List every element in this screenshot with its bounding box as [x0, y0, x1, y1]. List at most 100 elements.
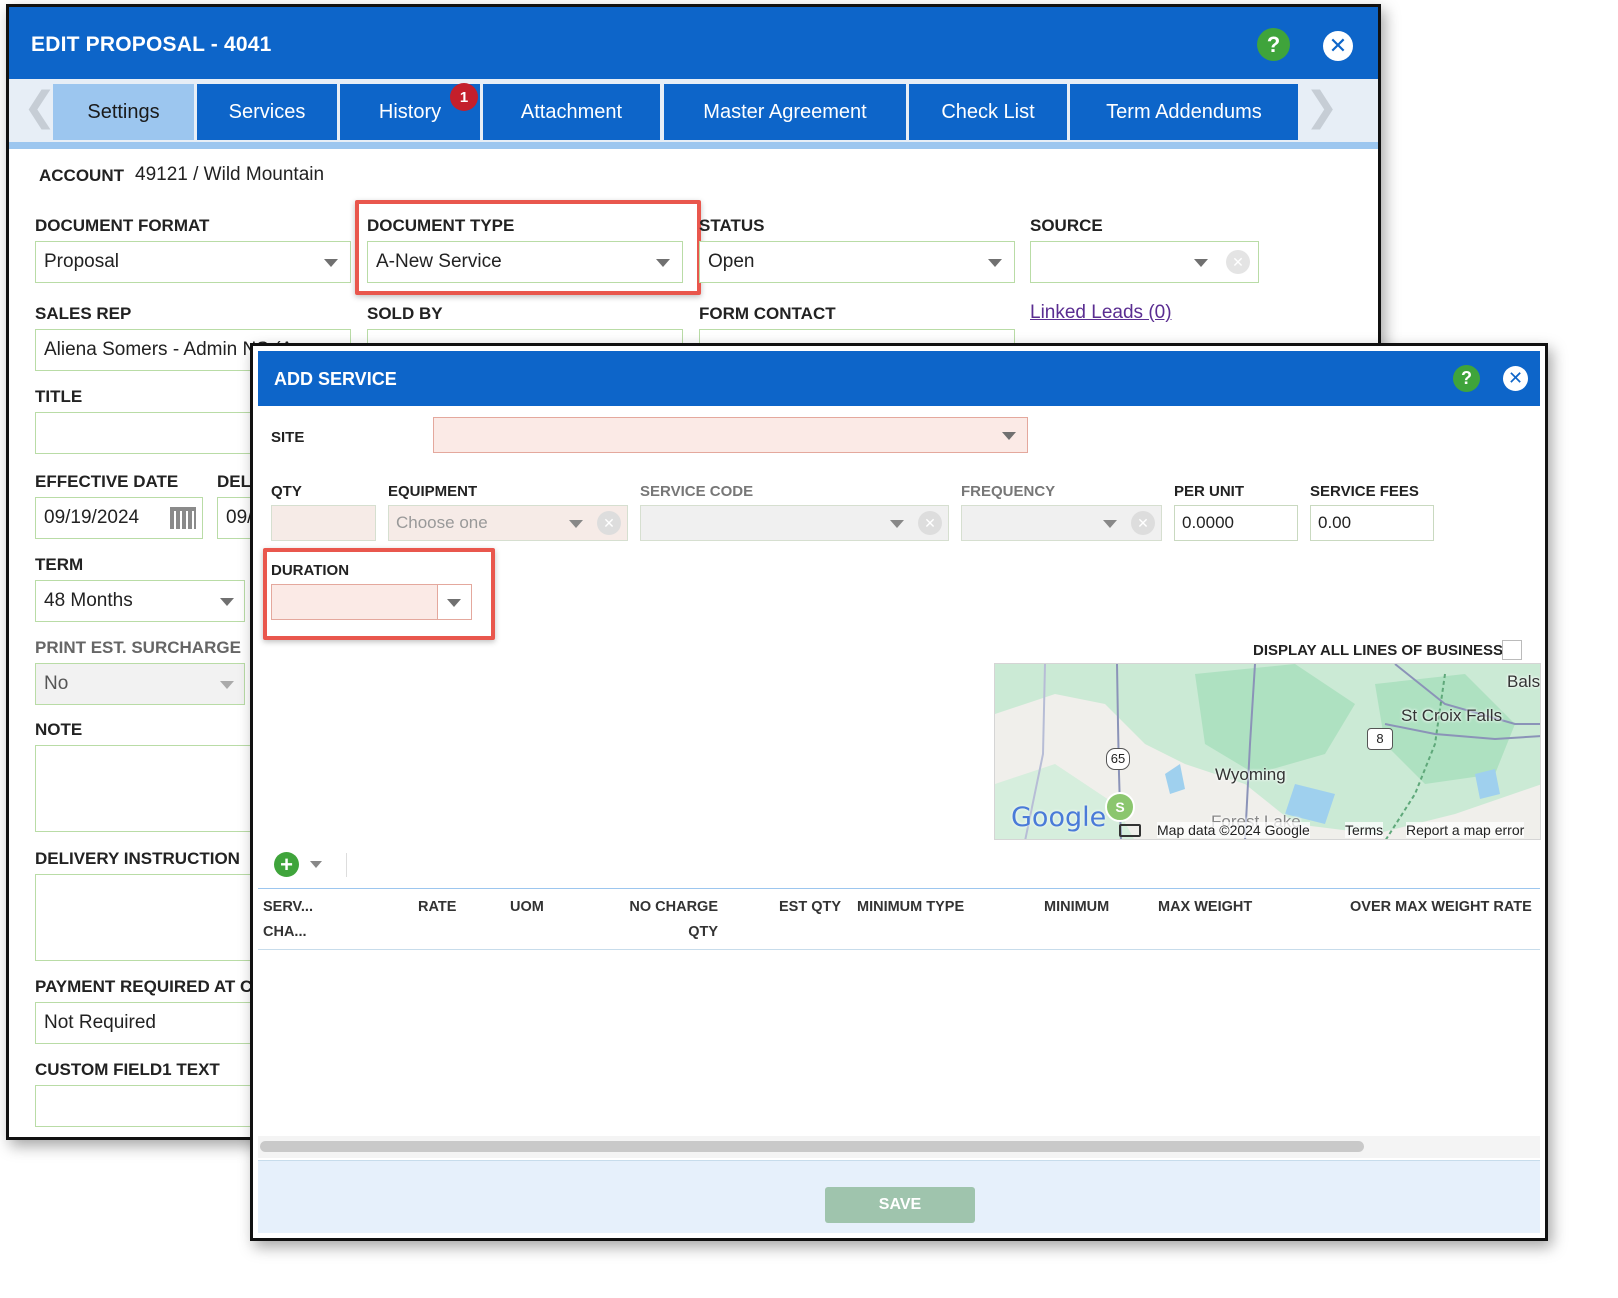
- frequency-select: ✕: [961, 505, 1162, 541]
- tab-bar: ❮ Settings Services History 1 Attachment…: [9, 79, 1378, 149]
- status-value: Open: [708, 251, 755, 272]
- add-service-footer: SAVE: [258, 1160, 1540, 1233]
- tab-services[interactable]: Services: [197, 84, 337, 140]
- chevron-down-icon: [988, 259, 1002, 267]
- document-format-label: DOCUMENT FORMAT: [35, 216, 210, 235]
- term-select[interactable]: 48 Months: [35, 580, 245, 622]
- display-all-lob-label: DISPLAY ALL LINES OF BUSINESS: [1253, 642, 1504, 659]
- map-label: St Croix Falls: [1401, 706, 1503, 725]
- chevron-down-icon: [324, 259, 338, 267]
- tab-label: Attachment: [520, 100, 623, 123]
- tab-history[interactable]: History 1: [340, 83, 480, 140]
- column-header-line: QTY: [688, 924, 718, 940]
- effective-date-value: 09/19/2024: [44, 507, 140, 528]
- chevron-down-icon: [890, 520, 904, 528]
- status-select[interactable]: Open: [699, 241, 1015, 283]
- chevron-down-icon: [1103, 520, 1117, 528]
- print-surcharge-label: PRINT EST. SURCHARGE: [35, 638, 241, 657]
- tab-check-list[interactable]: Check List: [909, 84, 1067, 140]
- title-label: TITLE: [35, 387, 83, 406]
- equipment-label: EQUIPMENT: [388, 483, 478, 500]
- tab-attachment[interactable]: Attachment: [483, 84, 660, 140]
- tab-label: Services: [228, 100, 306, 123]
- save-button[interactable]: SAVE: [825, 1187, 975, 1223]
- per-unit-value: 0.0000: [1182, 513, 1234, 532]
- clear-icon[interactable]: ✕: [1226, 250, 1250, 274]
- tab-label: Check List: [941, 100, 1035, 123]
- document-format-select[interactable]: Proposal: [35, 241, 351, 283]
- column-header-max-weight[interactable]: MAX WEIGHT: [1158, 895, 1252, 920]
- map-terms-link[interactable]: Terms: [1345, 822, 1384, 838]
- help-icon[interactable]: ?: [1453, 365, 1480, 392]
- source-select[interactable]: ✕: [1030, 241, 1259, 283]
- delivery-date-value: 09/: [226, 507, 253, 528]
- tab-label: Master Agreement: [703, 100, 867, 123]
- toolbar-divider: [346, 853, 347, 877]
- form-contact-label: FORM CONTACT: [699, 304, 836, 323]
- linked-leads-link[interactable]: Linked Leads (0): [1030, 302, 1172, 324]
- column-header-minimum-type[interactable]: MINIMUM TYPE: [857, 895, 964, 920]
- service-code-label: SERVICE CODE: [640, 483, 754, 500]
- calendar-icon[interactable]: [170, 507, 196, 529]
- frequency-label: FREQUENCY: [961, 483, 1056, 500]
- term-label: TERM: [35, 555, 84, 574]
- tab-term-addendums[interactable]: Term Addendums: [1070, 84, 1298, 140]
- edit-proposal-title: EDIT PROPOSAL - 4041: [31, 33, 272, 56]
- route-8-shield: 8: [1367, 728, 1393, 750]
- tab-scroll-right-icon[interactable]: ❯: [1305, 87, 1339, 127]
- payment-required-label: PAYMENT REQUIRED AT C: [35, 977, 253, 996]
- duration-highlight: [263, 548, 495, 640]
- column-header-uom[interactable]: UOM: [510, 895, 544, 920]
- horizontal-scrollbar-thumb[interactable]: [260, 1141, 1364, 1152]
- account-label: ACCOUNT: [39, 166, 124, 185]
- map-label: Bals: [1507, 672, 1541, 691]
- qty-label: QTY: [271, 483, 302, 500]
- add-icon[interactable]: +: [274, 852, 299, 877]
- column-header-no-charge-qty[interactable]: NO CHARGE QTY: [628, 895, 718, 945]
- tab-settings[interactable]: Settings: [53, 84, 194, 140]
- chevron-down-icon: [1002, 432, 1016, 440]
- keyboard-icon[interactable]: [1119, 824, 1141, 837]
- term-value: 48 Months: [44, 590, 133, 611]
- service-fees-input[interactable]: 0.00: [1310, 505, 1434, 541]
- display-all-lob-checkbox[interactable]: [1502, 640, 1522, 660]
- clear-icon: ✕: [1131, 511, 1155, 535]
- chevron-down-icon: [220, 681, 234, 689]
- print-surcharge-select: No: [35, 663, 245, 705]
- per-unit-input[interactable]: 0.0000: [1174, 505, 1298, 541]
- report-map-error-link[interactable]: Report a map error: [1406, 822, 1525, 838]
- tab-master-agreement[interactable]: Master Agreement: [664, 84, 906, 140]
- clear-icon: ✕: [597, 511, 621, 535]
- column-header-minimum[interactable]: MINIMUM: [1044, 895, 1109, 920]
- add-service-header: ADD SERVICE ? ✕: [258, 351, 1540, 406]
- close-icon[interactable]: ✕: [1503, 366, 1528, 391]
- tab-label: Settings: [87, 100, 160, 123]
- document-type-highlight: [355, 200, 701, 295]
- tab-scroll-left-icon[interactable]: ❮: [23, 87, 57, 127]
- column-header-est-qty[interactable]: EST QTY: [779, 895, 841, 920]
- account-value: 49121 / Wild Mountain: [135, 164, 325, 185]
- service-fees-label: SERVICE FEES: [1310, 483, 1419, 500]
- help-icon[interactable]: ?: [1257, 28, 1290, 61]
- column-header-service-charge[interactable]: SERV... CHA...: [263, 895, 313, 945]
- site-map[interactable]: Bals St Croix Falls Wyoming Forest Lake …: [994, 663, 1541, 840]
- equipment-select: Choose one ✕: [388, 505, 628, 541]
- custom-field1-label: CUSTOM FIELD1 TEXT: [35, 1060, 220, 1079]
- column-header-over-max-weight-rate[interactable]: OVER MAX WEIGHT RATE: [1350, 895, 1532, 920]
- delivery-date-label: DEL: [217, 472, 251, 491]
- site-marker-icon[interactable]: S: [1105, 792, 1135, 822]
- site-select[interactable]: [433, 417, 1028, 453]
- column-header-rate[interactable]: RATE: [418, 895, 456, 920]
- sold-by-label: SOLD BY: [367, 304, 443, 323]
- effective-date-input[interactable]: 09/19/2024: [35, 497, 203, 539]
- chevron-down-icon: [569, 520, 583, 528]
- tab-label: Term Addendums: [1106, 100, 1262, 123]
- service-code-select: ✕: [640, 505, 949, 541]
- equipment-placeholder: Choose one: [396, 513, 488, 532]
- chevron-down-icon[interactable]: [310, 861, 322, 868]
- chevron-down-icon[interactable]: [1194, 259, 1208, 267]
- close-icon[interactable]: ✕: [1323, 31, 1353, 61]
- print-surcharge-value: No: [44, 673, 69, 694]
- map-data-credit: Map data ©2024 Google: [1157, 822, 1310, 838]
- payment-required-value: Not Required: [44, 1012, 156, 1033]
